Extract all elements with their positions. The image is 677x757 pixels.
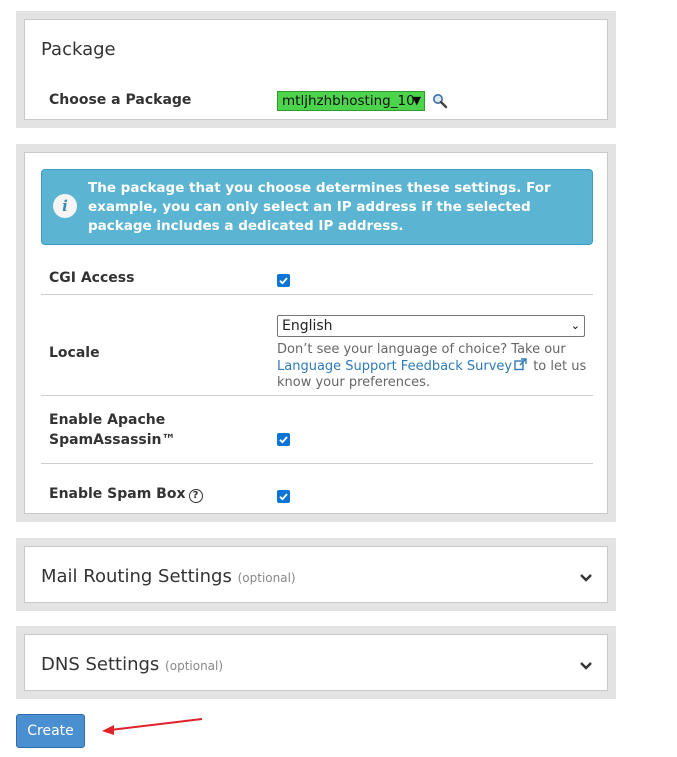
spamassassin-label-line2: SpamAssassin™ xyxy=(49,432,176,448)
settings-section: i The package that you choose determines… xyxy=(16,144,616,522)
row-divider xyxy=(41,463,593,464)
optional-tag: (optional) xyxy=(165,659,224,673)
checkmark-icon xyxy=(279,277,288,285)
info-text: The package that you choose determines t… xyxy=(88,180,551,234)
spamassassin-checkbox[interactable] xyxy=(277,433,290,446)
spam-box-label-text: Enable Spam Box xyxy=(49,486,186,502)
spamassassin-label-line1: Enable Apache xyxy=(49,412,166,428)
create-button[interactable]: Create xyxy=(16,714,85,748)
checkmark-icon xyxy=(279,493,288,501)
locale-select[interactable]: English ⌄ xyxy=(277,315,585,337)
mail-routing-panel[interactable]: Mail Routing Settings (optional) xyxy=(24,546,608,603)
cgi-access-label: CGI Access xyxy=(49,270,135,286)
dns-section[interactable]: DNS Settings (optional) xyxy=(16,626,616,699)
info-icon: i xyxy=(53,194,77,218)
package-section: Package Choose a Package mtljhzhbhosting… xyxy=(16,11,616,128)
locale-help-text: Don’t see your language of choice? Take … xyxy=(277,342,587,391)
chevron-down-icon: ▼ xyxy=(412,94,421,107)
chevron-down-icon[interactable] xyxy=(579,661,593,671)
package-title: Package xyxy=(41,39,116,60)
mail-routing-section[interactable]: Mail Routing Settings (optional) xyxy=(16,538,616,611)
cgi-access-checkbox[interactable] xyxy=(277,274,290,287)
spamassassin-label: Enable Apache SpamAssassin™ xyxy=(49,410,176,450)
choose-package-label: Choose a Package xyxy=(49,92,192,108)
spam-box-label: Enable Spam Box? xyxy=(49,484,203,504)
optional-tag: (optional) xyxy=(237,571,296,585)
package-panel: Package Choose a Package mtljhzhbhosting… xyxy=(24,19,608,120)
info-callout: i The package that you choose determines… xyxy=(41,169,593,245)
help-icon[interactable]: ? xyxy=(188,489,203,503)
locale-help-before: Don’t see your language of choice? Take … xyxy=(277,342,566,357)
row-divider xyxy=(41,395,593,396)
dns-title: DNS Settings (optional) xyxy=(41,654,223,675)
mail-routing-title: Mail Routing Settings (optional) xyxy=(41,566,296,587)
spam-box-checkbox[interactable] xyxy=(277,490,290,503)
mail-routing-title-text: Mail Routing Settings xyxy=(41,566,232,587)
language-survey-link[interactable]: Language Support Feedback Survey xyxy=(277,359,512,374)
magnifier-icon[interactable] xyxy=(432,93,448,109)
dns-panel[interactable]: DNS Settings (optional) xyxy=(24,634,608,691)
package-select[interactable]: mtljhzhbhosting_10 ▼ xyxy=(277,91,425,111)
settings-panel: i The package that you choose determines… xyxy=(24,152,608,514)
row-divider xyxy=(41,294,593,295)
locale-select-value: English xyxy=(282,318,333,334)
checkmark-icon xyxy=(279,436,288,444)
annotation-arrow-icon xyxy=(102,718,203,735)
dns-title-text: DNS Settings xyxy=(41,654,160,675)
locale-label: Locale xyxy=(49,345,100,361)
chevron-down-icon: ⌄ xyxy=(570,319,580,332)
chevron-down-icon[interactable] xyxy=(579,573,593,583)
external-link-icon[interactable] xyxy=(514,358,527,371)
package-select-value: mtljhzhbhosting_10 xyxy=(282,93,415,109)
